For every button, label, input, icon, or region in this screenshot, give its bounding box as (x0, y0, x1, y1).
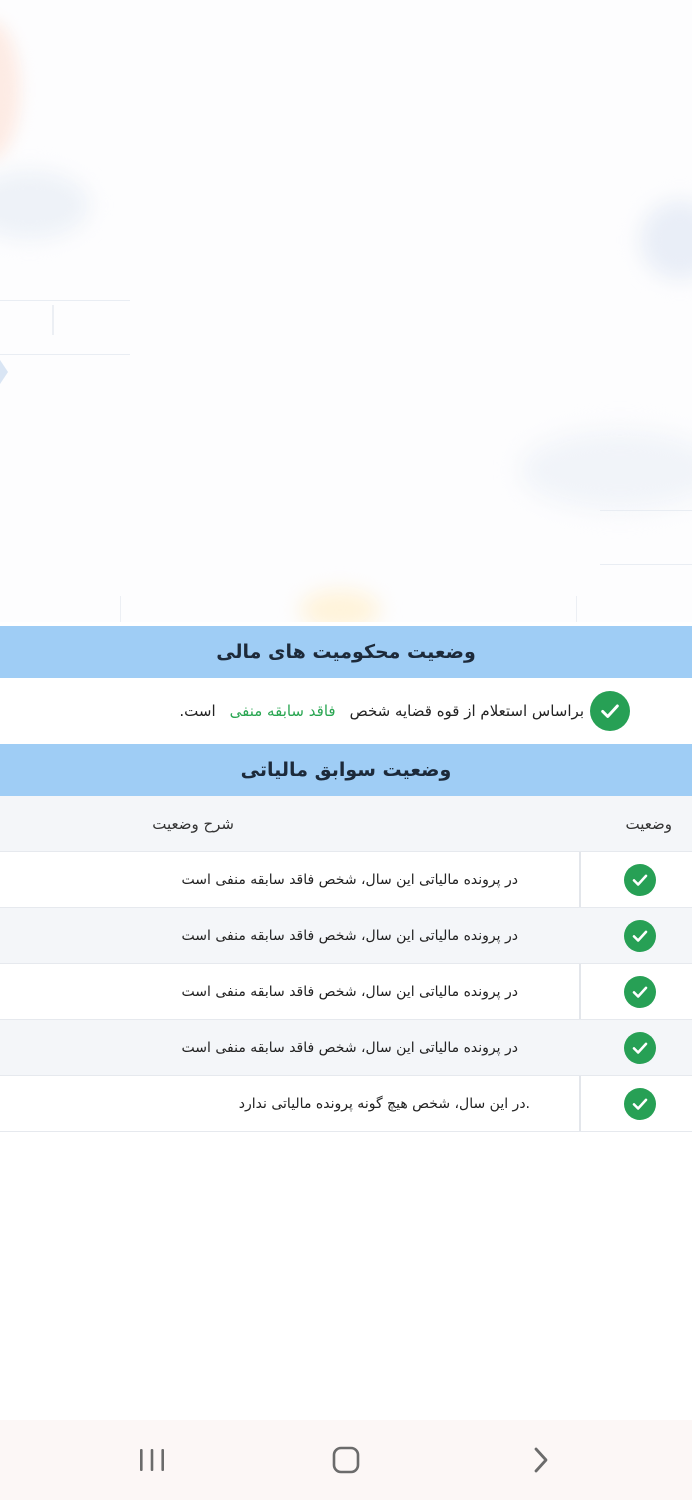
status-highlight: فاقد سابقه منفی (229, 702, 336, 720)
table-header: وضعیت شرح وضعیت (0, 796, 692, 852)
faint-field (600, 510, 692, 565)
row-description: .در این سال، شخص هیچ گونه پرونده مالیاتی… (238, 1096, 530, 1112)
table-row: در پرونده مالیاتی این سال، شخص فاقد سابق… (0, 1020, 692, 1076)
back-chevron-icon[interactable] (500, 1420, 580, 1500)
financial-convictions-status: براساس استعلام از قوه قضایه شخص فاقد ساب… (0, 680, 692, 742)
home-icon[interactable] (306, 1420, 386, 1500)
table-row: در پرونده مالیاتی این سال، شخص فاقد سابق… (0, 908, 692, 964)
check-circle-icon (590, 691, 630, 731)
row-description: در پرونده مالیاتی این سال، شخص فاقد سابق… (181, 1040, 518, 1056)
faint-table-row (0, 596, 692, 622)
table-row: در پرونده مالیاتی این سال، شخص فاقد سابق… (0, 964, 692, 1020)
row-description: در پرونده مالیاتی این سال، شخص فاقد سابق… (181, 928, 518, 944)
check-circle-icon (624, 920, 656, 952)
row-description: در پرونده مالیاتی این سال، شخص فاقد سابق… (181, 872, 518, 888)
table-row: در پرونده مالیاتی این سال، شخص فاقد سابق… (0, 852, 692, 908)
blur-shape (520, 430, 692, 510)
tax-records-table: وضعیت شرح وضعیت در پرونده مالیاتی این سا… (0, 796, 692, 1132)
check-circle-icon (624, 1032, 656, 1064)
tax-records-header: وضعیت سوابق مالیاتی (0, 744, 692, 796)
blur-shape (640, 200, 692, 280)
financial-convictions-header: وضعیت محکومیت های مالی (0, 626, 692, 678)
check-circle-icon (624, 864, 656, 896)
column-header-description: شرح وضعیت (152, 815, 234, 833)
section-title: وضعیت سوابق مالیاتی (240, 759, 452, 781)
check-circle-icon (624, 1088, 656, 1120)
check-circle-icon (624, 976, 656, 1008)
row-description: در پرونده مالیاتی این سال، شخص فاقد سابق… (181, 984, 518, 1000)
section-title: وضعیت محکومیت های مالی (216, 641, 476, 663)
status-text-after: است. (179, 702, 216, 720)
status-text-before: براساس استعلام از قوه قضایه شخص (349, 702, 584, 720)
faint-marker (0, 360, 8, 384)
faint-field (0, 300, 130, 355)
system-navigation-bar (0, 1420, 692, 1500)
redacted-area (0, 0, 692, 622)
table-row: .در این سال، شخص هیچ گونه پرونده مالیاتی… (0, 1076, 692, 1132)
column-header-status: وضعیت (625, 815, 672, 833)
blur-shape (0, 170, 90, 240)
status-sentence: براساس استعلام از قوه قضایه شخص فاقد ساب… (179, 680, 584, 742)
blur-shape (0, 20, 20, 160)
report-page: وضعیت محکومیت های مالی براساس استعلام از… (0, 0, 692, 1500)
recent-apps-icon[interactable] (112, 1420, 192, 1500)
